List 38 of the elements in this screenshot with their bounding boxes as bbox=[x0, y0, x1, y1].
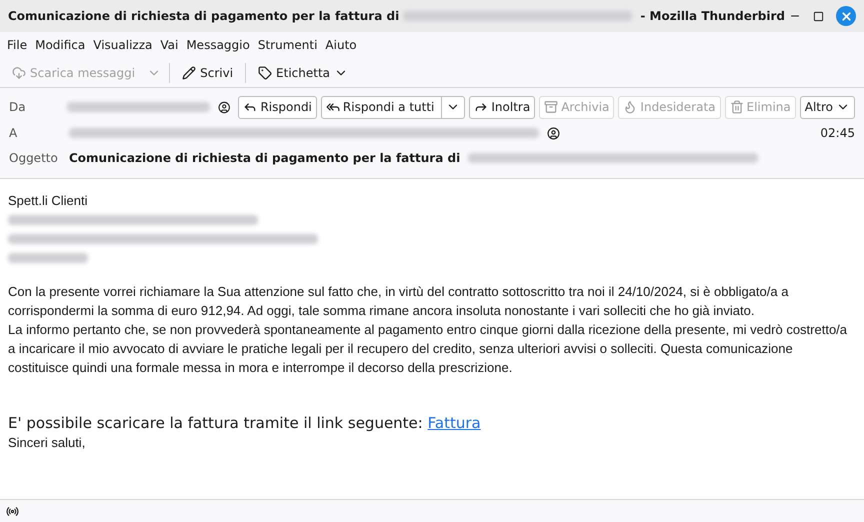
contact-icon[interactable] bbox=[218, 100, 230, 114]
close-button[interactable] bbox=[836, 6, 856, 26]
toolbar-button[interactable]: Scrivi bbox=[178, 64, 238, 82]
menu-item[interactable]: Visualizza bbox=[89, 36, 156, 54]
greeting-text: Spett.li Clienti bbox=[8, 192, 88, 210]
menu-item[interactable]: Aiuto bbox=[321, 36, 361, 54]
subject-label: Oggetto bbox=[9, 150, 59, 167]
contact-icon[interactable] bbox=[547, 126, 560, 140]
menu-item[interactable]: File bbox=[3, 36, 32, 54]
pencil-icon bbox=[182, 66, 196, 80]
message-time: 02:45 bbox=[820, 125, 855, 142]
toolbar-button[interactable]: Etichetta bbox=[254, 64, 352, 82]
header-button[interactable]: Rispondi bbox=[238, 96, 317, 118]
close-icon bbox=[840, 10, 852, 22]
cloud-download-icon bbox=[12, 66, 26, 80]
closing-text: Sinceri saluti, bbox=[8, 434, 86, 452]
maximize-icon[interactable] bbox=[813, 10, 824, 22]
menu-item[interactable]: Vai bbox=[156, 36, 182, 54]
header-button[interactable]: Inoltra bbox=[469, 96, 536, 118]
menu-item[interactable]: Strumenti bbox=[254, 36, 322, 54]
from-label: Da bbox=[9, 99, 27, 116]
link-sentence: E' possibile scaricare la fattura tramite il link seguente: Fattura bbox=[8, 413, 482, 433]
menu-item[interactable]: Messaggio bbox=[182, 36, 254, 54]
menu-item[interactable]: Modifica bbox=[31, 36, 90, 54]
body-paragraph: Con la presente vorrei richiamare la Sua attenzione sul fatto che, in virtù del contratto sottoscritto tra noi il 24/10/2024, si è obbligato/a a corrispondermi la somma di euro 912,94. Ad oggi, tale somma rimane ancora insoluta nonostante i vari solleciti che ho già inviato. bbox=[8, 283, 790, 320]
body-paragraph: La informo pertanto che, se non provvederà spontaneamente al pagamento entro cinque giorni dalla ricezione della presente, mi vedrò costretto/a a incaricare il mio avvocato di avviare le pratiche legali per il recupero del credito, senza ulteriori avvisi o solleciti. Questa comunicazione costituisce quindi una formale messa in mora e interrompe il decorso della prescrizione. bbox=[8, 321, 848, 377]
flame-icon bbox=[623, 100, 638, 114]
archive-icon bbox=[544, 100, 558, 114]
header-button[interactable]: Altro bbox=[800, 96, 855, 118]
online-status-icon[interactable] bbox=[6, 504, 19, 518]
subject-text: Comunicazione di richiesta di pagamento per la fattura di bbox=[69, 150, 460, 167]
to-label: A bbox=[9, 125, 18, 142]
window-title: Comunicazione di richiesta di pagamento per la fattura di bbox=[8, 8, 400, 25]
window-title: - Mozilla Thunderbird bbox=[640, 8, 785, 25]
trash-icon bbox=[730, 100, 744, 114]
invoice-link[interactable]: Fattura bbox=[428, 414, 481, 432]
header-button[interactable]: Rispondi a tutti bbox=[320, 96, 466, 118]
tag-icon bbox=[258, 66, 272, 80]
